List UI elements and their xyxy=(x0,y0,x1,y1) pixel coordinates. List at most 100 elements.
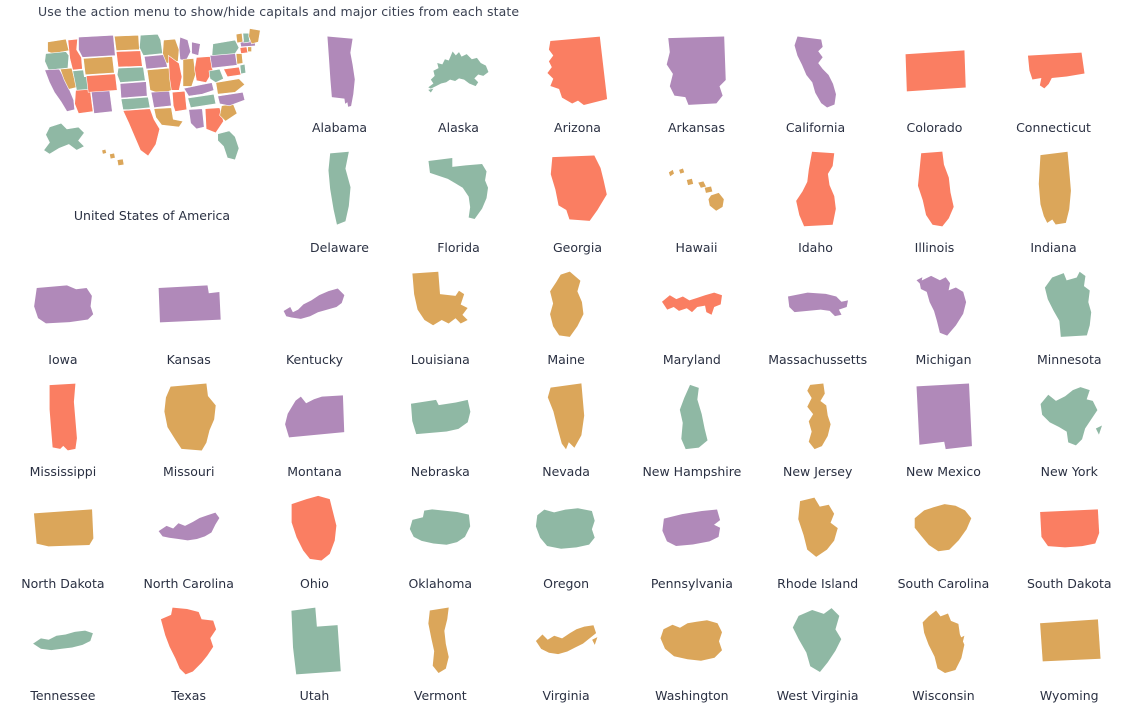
state-shape-south-carolina[interactable] xyxy=(910,490,976,568)
state-card-new-hampshire[interactable]: New Hampshire xyxy=(629,366,755,478)
state-shape-new-york[interactable] xyxy=(1036,378,1103,456)
state-card-iowa[interactable]: Iowa xyxy=(0,254,126,366)
state-shape-wisconsin[interactable] xyxy=(918,602,969,680)
usa-map-state-maryland[interactable] xyxy=(223,66,242,78)
state-shape-north-carolina[interactable] xyxy=(156,490,222,568)
state-card-texas[interactable]: Texas xyxy=(126,590,252,702)
state-shape-virginia[interactable] xyxy=(533,602,599,680)
state-shape-minnesota[interactable] xyxy=(1042,266,1097,344)
usa-map-state-montana[interactable] xyxy=(78,34,116,58)
state-card-georgia[interactable]: Georgia xyxy=(518,134,637,254)
state-shape-new-hampshire[interactable] xyxy=(674,378,709,456)
state-card-alabama[interactable]: Alabama xyxy=(280,24,399,134)
state-shape-south-dakota[interactable] xyxy=(1036,490,1102,568)
state-shape-new-jersey[interactable] xyxy=(800,378,835,456)
state-card-ohio[interactable]: Ohio xyxy=(252,478,378,590)
state-shape-west-virginia[interactable] xyxy=(787,602,849,680)
state-shape-ohio[interactable] xyxy=(285,490,343,568)
state-card-maine[interactable]: Maine xyxy=(503,254,629,366)
state-card-new-jersey[interactable]: New Jersey xyxy=(755,366,881,478)
usa-map-state-south-dakota[interactable] xyxy=(115,50,143,68)
usa-map-state-rhode-island[interactable] xyxy=(247,46,252,52)
state-shape-pennsylvania[interactable] xyxy=(659,490,725,568)
state-shape-michigan[interactable] xyxy=(915,266,972,344)
state-card-delaware[interactable]: Delaware xyxy=(280,134,399,254)
state-card-arkansas[interactable]: Arkansas xyxy=(637,24,756,134)
usa-map-state-illinois[interactable] xyxy=(168,54,183,91)
state-card-oklahoma[interactable]: Oklahoma xyxy=(377,478,503,590)
state-card-idaho[interactable]: Idaho xyxy=(756,134,875,254)
state-card-alaska[interactable]: Alaska xyxy=(399,24,518,134)
state-card-south-dakota[interactable]: South Dakota xyxy=(1006,478,1132,590)
state-card-north-carolina[interactable]: North Carolina xyxy=(126,478,252,590)
state-shape-north-dakota[interactable] xyxy=(30,490,96,568)
state-card-montana[interactable]: Montana xyxy=(252,366,378,478)
state-card-washington[interactable]: Washington xyxy=(629,590,755,702)
usa-map-state-delaware[interactable] xyxy=(239,63,247,75)
state-shape-mississippi[interactable] xyxy=(42,378,83,456)
state-card-louisiana[interactable]: Louisiana xyxy=(377,254,503,366)
usa-map-state-colorado[interactable] xyxy=(85,73,118,93)
state-card-maryland[interactable]: Maryland xyxy=(629,254,755,366)
state-shape-nebraska[interactable] xyxy=(407,378,473,456)
usa-map-state-hawaii[interactable] xyxy=(101,148,125,167)
state-card-indiana[interactable]: Indiana xyxy=(994,134,1113,254)
state-card-north-dakota[interactable]: North Dakota xyxy=(0,478,126,590)
state-card-colorado[interactable]: Colorado xyxy=(875,24,994,134)
usa-map-state-maine[interactable] xyxy=(248,28,261,45)
state-shape-oregon[interactable] xyxy=(533,490,599,568)
state-card-california[interactable]: California xyxy=(756,24,875,134)
state-shape-delaware[interactable] xyxy=(325,146,354,232)
usa-map-state-west-virginia[interactable] xyxy=(208,68,224,83)
state-card-massachussetts[interactable]: Massachussetts xyxy=(755,254,881,366)
state-card-michigan[interactable]: Michigan xyxy=(881,254,1007,366)
usa-map-state-oregon[interactable] xyxy=(44,51,70,71)
state-card-new-mexico[interactable]: New Mexico xyxy=(881,366,1007,478)
state-card-united-states-of-america[interactable]: United States of America xyxy=(24,24,280,223)
usa-map-state-arkansas[interactable] xyxy=(150,90,172,109)
state-card-south-carolina[interactable]: South Carolina xyxy=(881,478,1007,590)
state-shape-wyoming[interactable] xyxy=(1036,602,1102,680)
usa-map-state-alabama[interactable] xyxy=(188,108,205,130)
usa-map-state-mississippi[interactable] xyxy=(171,90,188,112)
state-shape-california[interactable] xyxy=(793,32,839,112)
state-card-virginia[interactable]: Virginia xyxy=(503,590,629,702)
state-shape-florida[interactable] xyxy=(427,146,491,232)
state-shape-arizona[interactable] xyxy=(546,32,610,112)
usa-map-state-indiana[interactable] xyxy=(182,58,196,87)
state-card-oregon[interactable]: Oregon xyxy=(503,478,629,590)
state-shape-kentucky[interactable] xyxy=(281,266,347,344)
usa-map-state-connecticut[interactable] xyxy=(239,46,249,54)
usa-map-state-wyoming[interactable] xyxy=(83,56,115,76)
state-shape-iowa[interactable] xyxy=(30,266,96,344)
usa-map-shape[interactable] xyxy=(36,24,268,196)
state-card-mississippi[interactable]: Mississippi xyxy=(0,366,126,478)
usa-map-state-kansas[interactable] xyxy=(119,81,148,99)
usa-map-state-vermont[interactable] xyxy=(235,32,244,44)
usa-map-state-oklahoma[interactable] xyxy=(120,96,151,110)
state-card-vermont[interactable]: Vermont xyxy=(377,590,503,702)
state-shape-alabama[interactable] xyxy=(323,32,357,112)
state-shape-hawaii[interactable] xyxy=(665,146,729,232)
state-shape-illinois[interactable] xyxy=(913,146,957,232)
usa-map-state-tennessee[interactable] xyxy=(187,93,217,109)
state-card-west-virginia[interactable]: West Virginia xyxy=(755,590,881,702)
usa-map-state-arizona[interactable] xyxy=(74,89,94,114)
state-card-hawaii[interactable]: Hawaii xyxy=(637,134,756,254)
state-shape-alaska[interactable] xyxy=(427,32,491,112)
state-shape-oklahoma[interactable] xyxy=(407,490,473,568)
state-card-nebraska[interactable]: Nebraska xyxy=(377,366,503,478)
state-card-connecticut[interactable]: Connecticut xyxy=(994,24,1113,134)
state-card-missouri[interactable]: Missouri xyxy=(126,366,252,478)
usa-map-state-florida[interactable] xyxy=(217,130,240,161)
state-card-wisconsin[interactable]: Wisconsin xyxy=(881,590,1007,702)
state-shape-missouri[interactable] xyxy=(158,378,219,456)
usa-map-state-alaska[interactable] xyxy=(43,122,85,155)
state-shape-tennessee[interactable] xyxy=(30,602,96,680)
usa-map-state-north-carolina[interactable] xyxy=(217,91,246,107)
state-shape-maryland[interactable] xyxy=(659,266,725,344)
state-shape-kansas[interactable] xyxy=(156,266,222,344)
state-shape-utah[interactable] xyxy=(285,602,344,680)
state-card-nevada[interactable]: Nevada xyxy=(503,366,629,478)
usa-map-state-new-mexico[interactable] xyxy=(90,89,113,114)
